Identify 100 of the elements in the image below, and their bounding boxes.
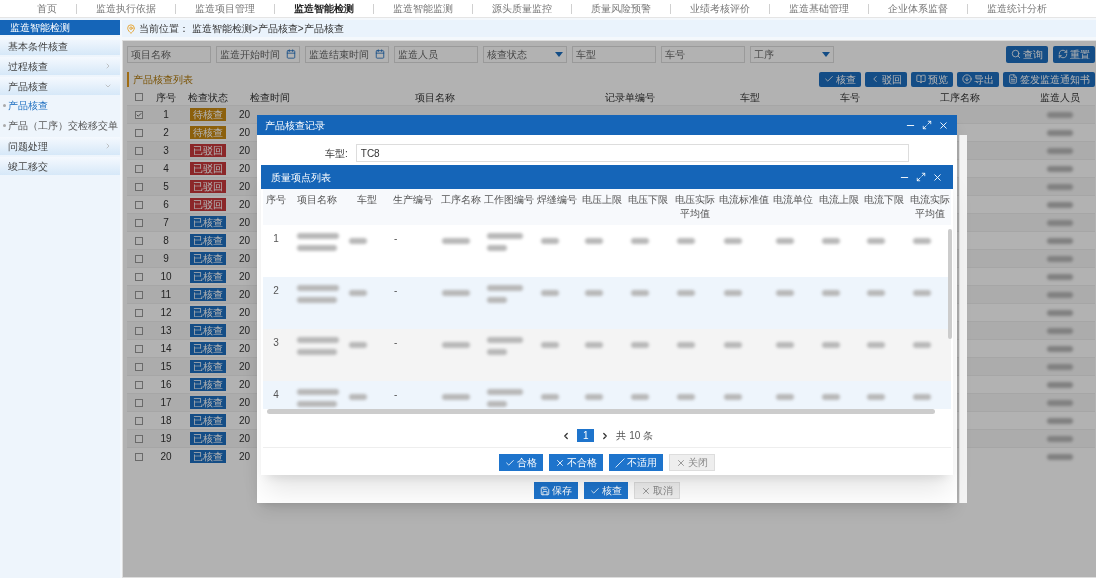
- dialog-button[interactable]: 合格: [499, 454, 543, 471]
- sidebar-subitem[interactable]: 产品（工序）交检移交单: [8, 117, 118, 133]
- search-bar-button[interactable]: 重置: [1053, 45, 1095, 63]
- row-checkbox[interactable]: [135, 200, 143, 209]
- row-checkbox[interactable]: [135, 182, 143, 191]
- status-badge: 已核查: [190, 324, 226, 337]
- row-checkbox[interactable]: [135, 236, 143, 245]
- input-field[interactable]: 车号: [661, 45, 745, 63]
- row-checkbox[interactable]: [135, 308, 143, 317]
- table-cell-text: 20: [238, 198, 251, 212]
- row-checkbox[interactable]: [135, 290, 143, 299]
- row-checkbox[interactable]: [135, 146, 143, 155]
- table-cell-text: 2: [163, 126, 169, 140]
- dialog-button[interactable]: 不适用: [609, 454, 663, 471]
- row-checkbox[interactable]: [135, 128, 143, 137]
- select-field[interactable]: 核查状态: [483, 45, 567, 63]
- sidebar-item[interactable]: 基本条件核查: [0, 37, 120, 55]
- row-checkbox[interactable]: [135, 380, 143, 389]
- nav-tab[interactable]: 监造执行依据: [77, 1, 175, 16]
- row-checkbox[interactable]: [135, 452, 143, 461]
- dialog-button[interactable]: 保存: [534, 482, 578, 499]
- toolbar-button[interactable]: 签发监造通知书: [1003, 71, 1095, 87]
- table-cell-text: 13: [160, 324, 172, 338]
- nav-tab[interactable]: 监造智能监测: [374, 1, 472, 16]
- sidebar-item[interactable]: 过程核查: [0, 57, 120, 75]
- blurred-text: [1047, 148, 1073, 154]
- column-header: 生产编号: [392, 193, 434, 207]
- row-checkbox[interactable]: [135, 416, 143, 425]
- row-checkbox[interactable]: [135, 362, 143, 371]
- calendar-icon: [375, 49, 385, 59]
- vertical-scrollbar[interactable]: [959, 135, 967, 503]
- row-checkbox[interactable]: [135, 110, 143, 119]
- row-checkbox[interactable]: [135, 344, 143, 353]
- table-cell-text: 20: [238, 180, 251, 194]
- input-field[interactable]: 监造结束时间: [305, 45, 389, 63]
- input-field[interactable]: 车型: [572, 45, 656, 63]
- blurred-text: [677, 394, 695, 400]
- calendar-icon: [286, 49, 296, 59]
- table-cell-text: 20: [238, 342, 251, 356]
- nav-tab[interactable]: 源头质量监控: [473, 1, 571, 16]
- close-icon[interactable]: [938, 119, 949, 131]
- input-field[interactable]: 监造开始时间: [216, 45, 300, 63]
- nav-tab[interactable]: 质量风险预警: [572, 1, 670, 16]
- nav-tab[interactable]: 监造统计分析: [968, 1, 1066, 16]
- toolbar-button[interactable]: 预览: [911, 71, 953, 87]
- input-field[interactable]: 项目名称: [127, 45, 211, 63]
- status-badge: 已核查: [190, 450, 226, 463]
- blurred-text: [1047, 382, 1073, 388]
- blurred-text: [1047, 418, 1073, 424]
- nav-tab[interactable]: 首页: [18, 1, 76, 16]
- blurred-text: [487, 245, 507, 251]
- status-badge: 已核查: [190, 234, 226, 247]
- nav-tab[interactable]: 企业体系监督: [869, 1, 967, 16]
- table-cell-text: 20: [238, 378, 251, 392]
- horizontal-scrollbar[interactable]: [267, 409, 935, 414]
- nav-tab[interactable]: 监造项目管理: [176, 1, 274, 16]
- sidebar-subitem[interactable]: 产品核查: [8, 97, 48, 113]
- column-header: 序号: [265, 193, 287, 207]
- header-checkbox[interactable]: [135, 93, 143, 101]
- nav-tab[interactable]: 监造智能检测: [275, 1, 373, 16]
- toolbar-button[interactable]: 导出: [957, 71, 999, 87]
- row-checkbox[interactable]: [135, 434, 143, 443]
- table-cell-text: 20: [238, 252, 251, 266]
- table-cell-text: 10: [160, 270, 172, 284]
- status-badge: 已驳回: [190, 144, 226, 157]
- toolbar-button[interactable]: 核查: [819, 71, 861, 87]
- blurred-text: [776, 394, 794, 400]
- nav-tab[interactable]: 监造基础管理: [770, 1, 868, 16]
- sidebar-item[interactable]: 竣工移交: [0, 157, 120, 175]
- input-field[interactable]: 监造人员: [394, 45, 478, 63]
- sidebar-item[interactable]: 产品核查: [0, 77, 120, 95]
- maximize-icon[interactable]: [922, 120, 932, 130]
- close-icon[interactable]: [932, 171, 943, 183]
- status-badge: 已驳回: [190, 198, 226, 211]
- dialog-button[interactable]: 不合格: [549, 454, 603, 471]
- sidebar-item[interactable]: 问题处理: [0, 137, 120, 155]
- blurred-text: [867, 394, 885, 400]
- row-checkbox[interactable]: [135, 326, 143, 335]
- table-cell-text: 19: [160, 432, 172, 446]
- nav-tab[interactable]: 业绩考核评价: [671, 1, 769, 16]
- row-checkbox[interactable]: [135, 218, 143, 227]
- table-cell-text: 14: [160, 342, 172, 356]
- status-badge: 待核查: [190, 126, 226, 139]
- row-checkbox[interactable]: [135, 254, 143, 263]
- search-bar-button[interactable]: 查询: [1006, 45, 1048, 63]
- column-header: 记录单编号: [605, 90, 655, 105]
- blurred-text: [1047, 166, 1073, 172]
- dialog-button[interactable]: 核查: [584, 482, 628, 499]
- vertical-scrollbar[interactable]: [948, 229, 952, 339]
- row-checkbox[interactable]: [135, 164, 143, 173]
- select-field[interactable]: 工序: [750, 45, 834, 63]
- chevron-right-icon: [104, 62, 112, 70]
- close-icon: [555, 457, 565, 468]
- page-number[interactable]: 1: [576, 429, 595, 442]
- column-header: 项目名称: [415, 90, 455, 105]
- toolbar-button[interactable]: 驳回: [865, 71, 907, 87]
- row-checkbox[interactable]: [135, 272, 143, 281]
- row-checkbox[interactable]: [135, 398, 143, 407]
- maximize-icon[interactable]: [916, 172, 926, 182]
- input-field[interactable]: TC8: [355, 144, 909, 162]
